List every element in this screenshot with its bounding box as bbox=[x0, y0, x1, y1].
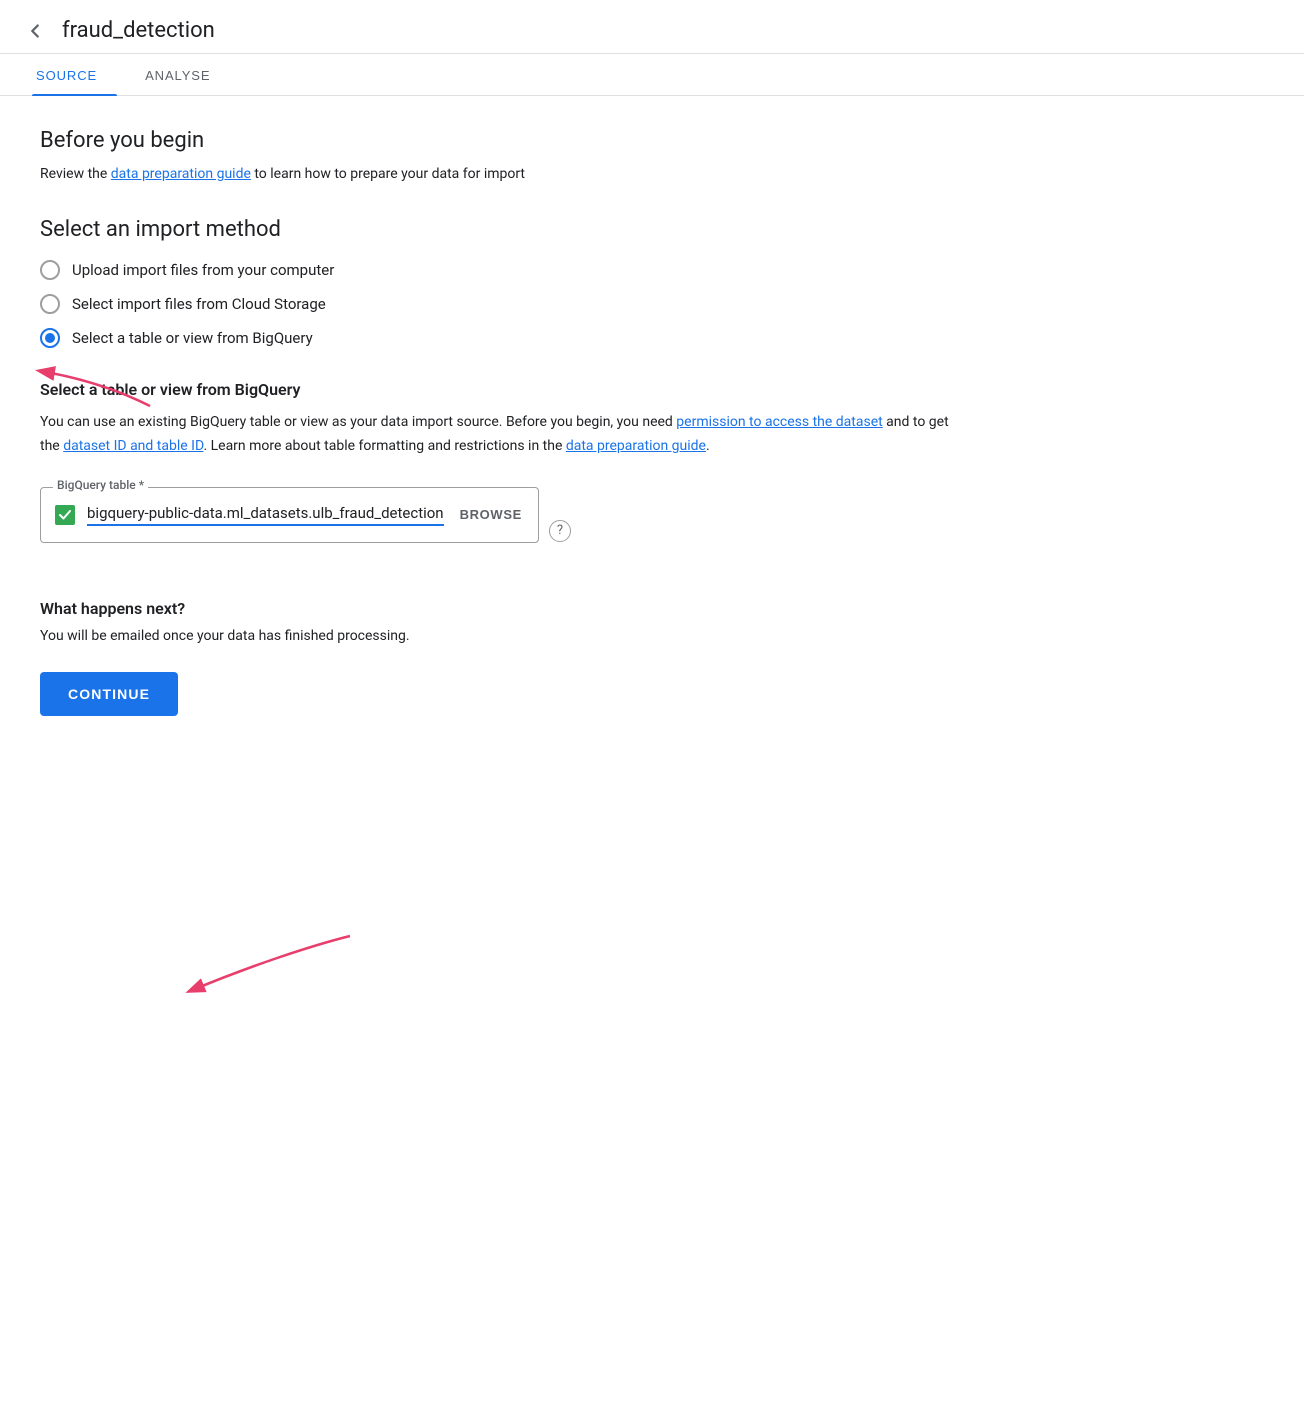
tab-analyse[interactable]: ANALYSE bbox=[141, 54, 230, 95]
continue-area: CONTINUE bbox=[40, 672, 178, 716]
before-begin-desc: Review the data preparation guide to lea… bbox=[40, 163, 960, 185]
data-prep-guide-link-1[interactable]: data preparation guide bbox=[111, 166, 251, 182]
radio-circle-cloud bbox=[40, 294, 60, 314]
what-next-desc: You will be emailed once your data has f… bbox=[40, 628, 960, 644]
before-begin-section: Before you begin Review the data prepara… bbox=[40, 128, 960, 185]
help-icon[interactable]: ? bbox=[549, 520, 571, 542]
tab-source[interactable]: SOURCE bbox=[32, 54, 117, 95]
bigquery-table-value: bigquery-public-data.ml_datasets.ulb_fra… bbox=[87, 504, 444, 526]
import-method-title: Select an import method bbox=[40, 217, 960, 242]
annotation-arrow-continue bbox=[170, 926, 370, 1016]
data-prep-guide-link-2[interactable]: data preparation guide bbox=[566, 438, 706, 454]
radio-circle-bigquery bbox=[40, 328, 60, 348]
radio-circle-upload bbox=[40, 260, 60, 280]
radio-upload[interactable]: Upload import files from your computer bbox=[40, 260, 960, 280]
radio-cloud-storage[interactable]: Select import files from Cloud Storage bbox=[40, 294, 960, 314]
what-next-section: What happens next? You will be emailed o… bbox=[40, 599, 960, 644]
main-content: Before you begin Review the data prepara… bbox=[0, 96, 1000, 756]
header: fraud_detection bbox=[0, 0, 1304, 54]
page-title: fraud_detection bbox=[62, 18, 215, 43]
before-begin-title: Before you begin bbox=[40, 128, 960, 153]
dataset-id-link[interactable]: dataset ID and table ID bbox=[63, 438, 203, 454]
bigquery-table-field: BigQuery table * bigquery-public-data.ml… bbox=[40, 487, 539, 543]
tabs-bar: SOURCE ANALYSE bbox=[0, 54, 1304, 96]
import-method-radio-group: Upload import files from your computer S… bbox=[40, 260, 960, 348]
browse-button[interactable]: BROWSE bbox=[460, 507, 522, 522]
bigquery-field-label: BigQuery table * bbox=[53, 478, 148, 492]
what-next-title: What happens next? bbox=[40, 599, 960, 618]
back-button[interactable] bbox=[24, 20, 46, 42]
checkbox-icon bbox=[55, 505, 75, 525]
bigquery-desc: You can use an existing BigQuery table o… bbox=[40, 411, 960, 459]
radio-bigquery[interactable]: Select a table or view from BigQuery bbox=[40, 328, 960, 348]
permission-link[interactable]: permission to access the dataset bbox=[676, 414, 882, 430]
bigquery-title: Select a table or view from BigQuery bbox=[40, 380, 960, 399]
continue-button[interactable]: CONTINUE bbox=[40, 672, 178, 716]
bigquery-section: Select a table or view from BigQuery You… bbox=[40, 380, 960, 575]
import-method-section: Select an import method Upload import fi… bbox=[40, 217, 960, 348]
